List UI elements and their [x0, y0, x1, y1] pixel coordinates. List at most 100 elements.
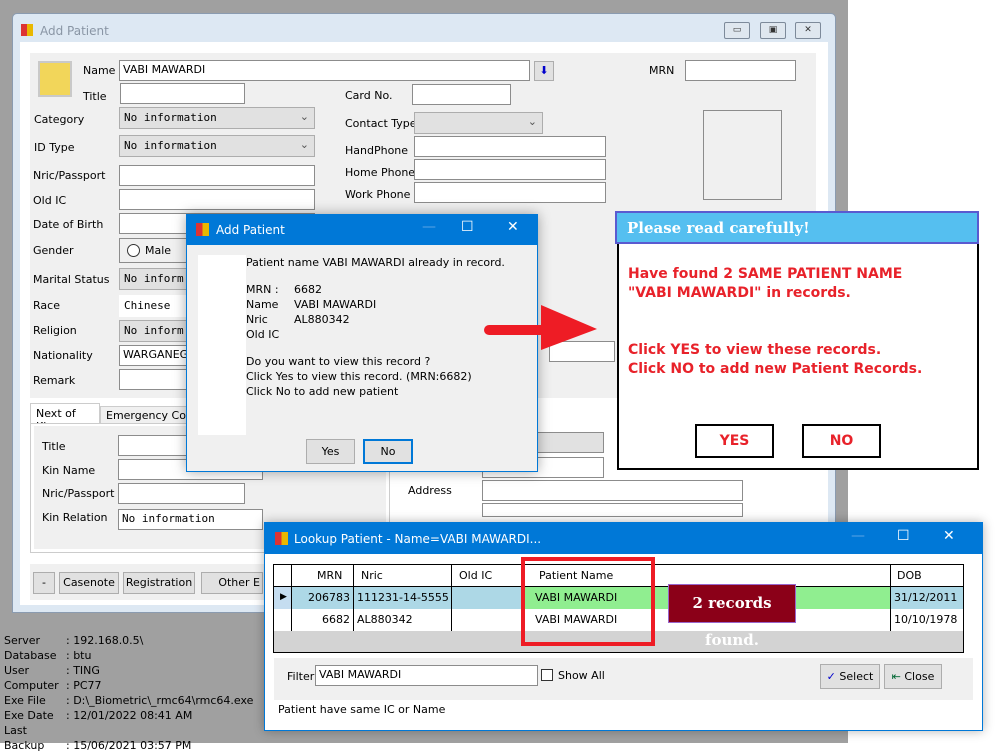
select-button[interactable]: ✓ Select: [820, 664, 880, 689]
homephone-label: Home Phone: [345, 166, 416, 179]
card-input[interactable]: [412, 84, 511, 105]
close-button[interactable]: ✕: [795, 22, 821, 39]
title-label: Title: [83, 90, 107, 103]
idtype-select[interactable]: No information ⌄: [119, 135, 315, 157]
status-key: Server: [4, 634, 41, 647]
casenote-button[interactable]: Casenote: [59, 572, 119, 594]
name-label: Name: [246, 298, 279, 311]
filter-label: Filter: [287, 670, 315, 683]
title-input[interactable]: [120, 83, 245, 104]
kin-nric-input[interactable]: [118, 483, 245, 504]
alert-no-button[interactable]: NO: [802, 424, 881, 458]
app-icon: [275, 532, 288, 545]
kin-relation-select[interactable]: No information: [118, 509, 263, 530]
red-arrow-icon: [484, 305, 597, 350]
gender-label: Gender: [33, 244, 74, 257]
nric-label: Nric: [246, 313, 268, 326]
status-line: Exe File: D:\_Biometric\_rmc64\rmc64.exe: [4, 693, 253, 708]
show-all-checkbox[interactable]: [541, 669, 553, 681]
chevron-down-icon: ⌄: [299, 138, 309, 151]
status-info: Server : 192.168.0.5\ Database: btu User : T…: [4, 633, 253, 753]
oldic-label: Old IC: [33, 194, 67, 207]
handphone-input[interactable]: [414, 136, 606, 157]
mrn-label: MRN: [649, 64, 675, 77]
close-button[interactable]: ✕: [943, 528, 955, 544]
alert-line-1: Have found 2 SAME PATIENT NAME: [628, 266, 903, 282]
close-button[interactable]: ✕: [507, 219, 519, 235]
status-value: : 192.168.0.5\: [66, 634, 144, 647]
cell-nric: 111231-14-5555: [357, 591, 449, 604]
religion-label: Religion: [33, 324, 77, 337]
workphone-input[interactable]: [414, 182, 606, 203]
yes-instruction: Click Yes to view this record. (MRN:6682…: [246, 370, 472, 383]
status-line: Computer : PC77: [4, 678, 253, 693]
kin-name-label: Kin Name: [42, 464, 96, 477]
maximize-button[interactable]: ☐: [461, 219, 474, 235]
workphone-label: Work Phone: [345, 188, 411, 201]
dialog-left-strip: [198, 255, 246, 435]
alert-line-2: "VABI MAWARDI" in records.: [628, 285, 851, 301]
alert-yes-button[interactable]: YES: [695, 424, 774, 458]
tab-next-of-kins[interactable]: Next of Kins: [30, 403, 100, 433]
check-icon: ✓: [826, 670, 836, 683]
mrn-input[interactable]: [685, 60, 796, 81]
app-icon: [196, 223, 209, 236]
col-oldic[interactable]: Old IC: [456, 565, 495, 587]
row-pointer-icon: ▶: [280, 592, 287, 602]
contact-type-select[interactable]: ⌄: [414, 112, 543, 134]
status-key: Exe File: [4, 694, 46, 707]
registration-button[interactable]: Registration: [123, 572, 195, 594]
smartcard-icon[interactable]: [38, 61, 72, 97]
other-button[interactable]: Other E: [201, 572, 263, 594]
col-mrn[interactable]: MRN: [314, 565, 345, 587]
col-dob[interactable]: DOB: [894, 565, 925, 587]
kin-title-label: Title: [42, 440, 66, 453]
idtype-value: No information: [124, 139, 217, 152]
status-value: : 15/06/2021 03:57 PM: [66, 739, 192, 752]
status-line: Exe Date: 12/01/2022 08:41 AM: [4, 708, 253, 723]
status-line: Server : 192.168.0.5\: [4, 633, 253, 648]
cell-dob: 31/12/2011: [894, 591, 958, 604]
select-label: Select: [839, 670, 874, 683]
name-label: Name: [83, 64, 116, 77]
minimize-button[interactable]: ▭: [724, 22, 750, 39]
highlight-box: [521, 557, 655, 646]
no-button[interactable]: No: [363, 439, 413, 464]
window-title: Add Patient: [40, 24, 109, 38]
category-select[interactable]: No information ⌄: [119, 107, 315, 129]
maximize-button[interactable]: ☐: [897, 528, 910, 544]
status-key: Computer: [4, 679, 59, 692]
nric-input[interactable]: [119, 165, 315, 186]
race-label: Race: [33, 299, 60, 312]
alert-message: Have found 2 SAME PATIENT NAME "VABI MAW…: [628, 265, 922, 379]
contact-type-label: Contact Type: [345, 117, 417, 130]
status-line: Database: btu: [4, 648, 253, 663]
name-input[interactable]: VABI MAWARDI: [119, 60, 530, 81]
gender-male-radio[interactable]: [127, 244, 140, 257]
yes-button[interactable]: Yes: [306, 439, 355, 464]
chevron-down-icon: ⌄: [527, 115, 537, 128]
minus-button[interactable]: -: [33, 572, 55, 594]
cell-mrn: 6682: [322, 613, 350, 626]
dob-label: Date of Birth: [33, 218, 104, 231]
chevron-down-icon: ⌄: [299, 110, 309, 123]
address-input-2[interactable]: [482, 503, 743, 517]
address-input[interactable]: [482, 480, 743, 501]
close-lookup-button[interactable]: ⇤ Close: [884, 664, 942, 689]
col-nric[interactable]: Nric: [358, 565, 386, 587]
status-key: User: [4, 664, 30, 677]
status-value: : 12/01/2022 08:41 AM: [66, 709, 193, 722]
homephone-input[interactable]: [414, 159, 606, 180]
restore-button[interactable]: ▣: [760, 22, 786, 39]
photo-box: [703, 110, 782, 200]
status-value: : TING: [66, 664, 100, 677]
download-icon[interactable]: ⬇: [534, 61, 554, 81]
tab-emergency-contact[interactable]: Emergency Cont: [100, 406, 190, 424]
oldic-input[interactable]: [119, 189, 315, 210]
filter-input[interactable]: VABI MAWARDI: [315, 665, 538, 686]
question-text: Do you want to view this record ?: [246, 355, 431, 368]
nric-value: AL880342: [294, 313, 350, 326]
show-all-label: Show All: [558, 669, 605, 682]
status-value: : PC77: [66, 679, 102, 692]
gender-male-label: Male: [145, 244, 172, 257]
